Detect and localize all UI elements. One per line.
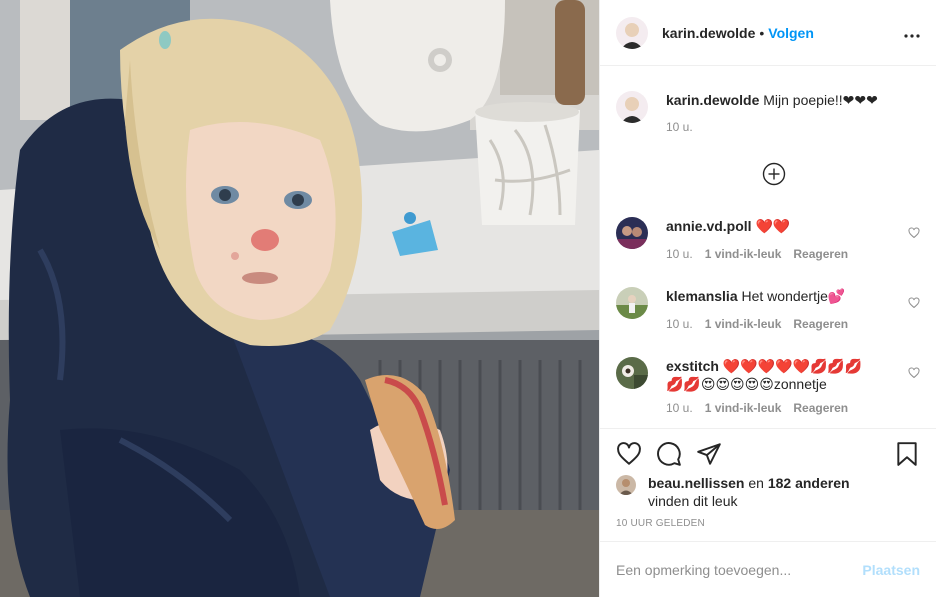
more-options-icon[interactable]	[904, 22, 920, 43]
comment-likes[interactable]: 1 vind-ik-leuk	[705, 247, 782, 261]
comment-likes[interactable]: 1 vind-ik-leuk	[705, 317, 782, 331]
post-timestamp[interactable]: 10 UUR GELEDEN	[616, 518, 705, 529]
commenter-avatar[interactable]	[616, 217, 648, 249]
comment-author[interactable]: klemanslia	[666, 288, 738, 304]
commenter-avatar-image	[616, 357, 648, 389]
comment-like-heart-icon[interactable]	[908, 227, 920, 239]
caption-avatar-image	[616, 91, 648, 123]
comment-author[interactable]: annie.vd.poll	[666, 218, 752, 234]
separator-dot: •	[759, 24, 765, 41]
post-side-panel: karin.dewolde • Volgen karin.dewolde Mij…	[599, 0, 936, 597]
comment-author[interactable]: exstitch	[666, 358, 719, 374]
action-icon-row	[616, 441, 920, 467]
comment-likes[interactable]: 1 vind-ik-leuk	[705, 401, 782, 415]
comment-reply-button[interactable]: Reageren	[793, 317, 848, 331]
liker-avatar-image	[616, 475, 636, 495]
comment-reply-button[interactable]: Reageren	[793, 247, 848, 261]
caption-author[interactable]: karin.dewolde	[666, 92, 759, 108]
comment-icon[interactable]	[656, 441, 682, 467]
post-header: karin.dewolde • Volgen	[600, 0, 936, 66]
liker-avatar[interactable]	[616, 475, 636, 495]
comment-text: ❤️❤️	[755, 218, 791, 234]
comment-time[interactable]: 10 u.	[666, 401, 693, 415]
liker-username[interactable]: beau.nellissen	[648, 475, 744, 491]
likes-summary: beau.nellissen en 182 anderen vinden dit…	[616, 474, 920, 510]
comment-like-heart-icon[interactable]	[908, 297, 920, 309]
caption-time[interactable]: 10 u.	[666, 120, 693, 134]
likes-connector: en	[744, 475, 768, 491]
author-username[interactable]: karin.dewolde	[662, 25, 755, 41]
bookmark-icon[interactable]	[894, 441, 920, 467]
comment-item: exstitch ❤️❤️❤️❤️❤️💋💋💋💋💋😍😍😍😍😍zonnetje 10…	[616, 357, 920, 415]
caption-text: Mijn poepie!!❤❤❤	[763, 92, 878, 108]
post-comment-button[interactable]: Plaatsen	[862, 562, 920, 578]
comment-item: annie.vd.poll ❤️❤️ 10 u. 1 vind-ik-leuk …	[616, 217, 920, 261]
follow-button[interactable]: Volgen	[768, 25, 814, 41]
comments-list: karin.dewolde Mijn poepie!!❤❤❤ 10 u. ann…	[600, 67, 936, 427]
comment-input[interactable]	[616, 561, 855, 578]
caption: karin.dewolde Mijn poepie!!❤❤❤ 10 u.	[616, 91, 920, 134]
comment-item: klemanslia Het wondertje💕 10 u. 1 vind-i…	[616, 287, 920, 331]
likes-others[interactable]: 182 anderen	[768, 475, 850, 491]
commenter-avatar[interactable]	[616, 357, 648, 389]
likes-suffix: vinden dit leuk	[648, 493, 738, 509]
plus-circle-icon	[762, 162, 786, 186]
commenter-avatar-image	[616, 287, 648, 319]
comment-text: Het wondertje💕	[741, 288, 846, 304]
comment-time[interactable]: 10 u.	[666, 247, 693, 261]
add-comment-bar: Plaatsen	[600, 541, 936, 597]
comment-time[interactable]: 10 u.	[666, 317, 693, 331]
photo-illustration	[0, 0, 599, 597]
commenter-avatar-image	[616, 217, 648, 249]
more-icon	[904, 34, 920, 38]
share-icon[interactable]	[696, 441, 722, 467]
post-actions: beau.nellissen en 182 anderen vinden dit…	[600, 428, 936, 529]
comment-like-heart-icon[interactable]	[908, 367, 920, 379]
commenter-avatar[interactable]	[616, 287, 648, 319]
comment-reply-button[interactable]: Reageren	[793, 401, 848, 415]
author-avatar-image	[616, 16, 648, 49]
post-photo[interactable]	[0, 0, 599, 597]
heart-icon[interactable]	[616, 441, 642, 467]
author-avatar[interactable]	[616, 16, 648, 49]
instagram-post: karin.dewolde • Volgen karin.dewolde Mij…	[0, 0, 936, 597]
caption-avatar[interactable]	[616, 91, 648, 123]
load-more-comments-button[interactable]	[762, 162, 786, 186]
